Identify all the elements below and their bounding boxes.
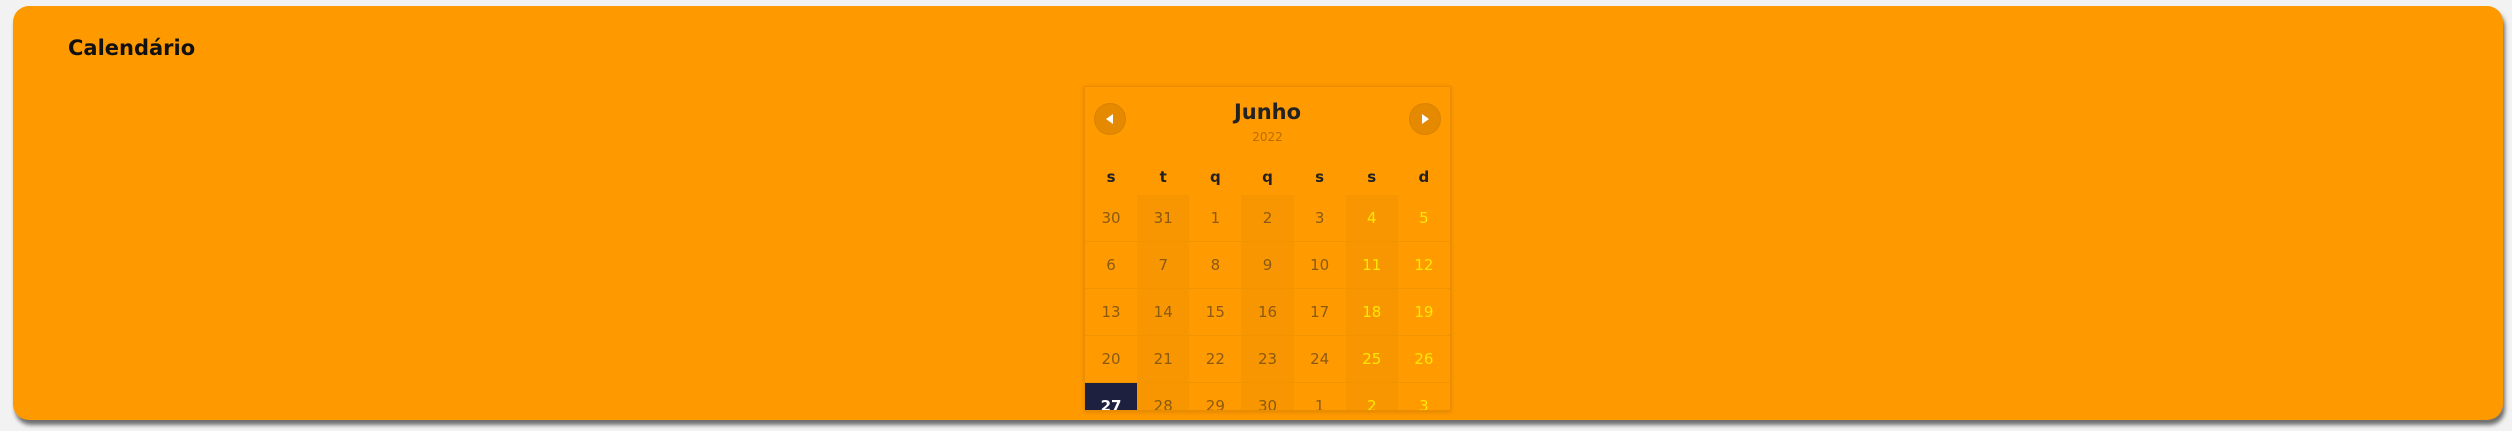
calendar-widget: Junho 2022 s t q q s s d 30 31 1 2 3 4 5 6 7 8 9 10…	[1084, 86, 1451, 411]
calendar-day[interactable]: 12	[1397, 242, 1450, 289]
calendar-day[interactable]: 7	[1137, 242, 1190, 289]
weekday-header: s	[1315, 168, 1325, 186]
calendar-day[interactable]: 19	[1397, 289, 1450, 336]
calendar-day[interactable]: 31	[1137, 195, 1190, 242]
calendar-day[interactable]: 20	[1085, 336, 1138, 383]
calendar-day[interactable]: 24	[1293, 336, 1346, 383]
calendar-day[interactable]: 14	[1137, 289, 1190, 336]
calendar-day[interactable]: 30	[1241, 383, 1294, 410]
calendar-month: Junho	[1233, 100, 1302, 124]
calendar-grid: s t q q s s d 30 31 1 2 3 4 5 6 7 8 9 10 11 12 13 14 15 1…	[1085, 159, 1450, 410]
calendar-day[interactable]: 16	[1241, 289, 1294, 336]
triangle-right-icon	[1422, 114, 1429, 124]
calendar-day[interactable]: 17	[1293, 289, 1346, 336]
calendar-day[interactable]: 21	[1137, 336, 1190, 383]
next-month-button[interactable]	[1409, 103, 1441, 135]
calendar-day[interactable]: 30	[1085, 195, 1138, 242]
calendar-day[interactable]: 1	[1189, 195, 1242, 242]
weekday-header: s	[1106, 168, 1116, 186]
calendar-day[interactable]: 1	[1294, 383, 1346, 410]
calendar-day[interactable]: 5	[1397, 195, 1450, 242]
calendar-day[interactable]: 25	[1345, 336, 1398, 383]
calendar-day[interactable]: 11	[1345, 242, 1398, 289]
calendar-day[interactable]: 6	[1085, 242, 1138, 289]
calendar-day[interactable]: 22	[1189, 336, 1242, 383]
panel-title: Calendário	[68, 36, 196, 60]
weekday-header: t	[1159, 168, 1167, 186]
calendar-day[interactable]: 2	[1241, 195, 1294, 242]
calendar-day[interactable]: 23	[1241, 336, 1294, 383]
calendar-day[interactable]: 10	[1293, 242, 1346, 289]
calendar-day-selected[interactable]: 27	[1085, 383, 1138, 410]
calendar-day[interactable]: 2	[1345, 383, 1398, 410]
calendar-day[interactable]: 13	[1085, 289, 1138, 336]
calendar-day[interactable]: 28	[1137, 383, 1190, 410]
calendar-day[interactable]: 29	[1189, 383, 1241, 410]
calendar-day[interactable]: 4	[1345, 195, 1398, 242]
calendar-day[interactable]: 18	[1345, 289, 1398, 336]
calendar-day[interactable]: 26	[1397, 336, 1450, 383]
weekday-header: q	[1262, 168, 1273, 186]
calendar-day[interactable]: 3	[1398, 383, 1450, 410]
calendar-year: 2022	[1252, 130, 1283, 144]
calendar-day[interactable]: 8	[1189, 242, 1242, 289]
calendar-panel: Calendário Junho 2022 s t q q s s d 30 31…	[13, 6, 2503, 420]
weekday-header: d	[1418, 168, 1430, 186]
weekday-header: q	[1209, 168, 1221, 186]
calendar-day[interactable]: 9	[1241, 242, 1294, 289]
calendar-day[interactable]: 3	[1293, 195, 1346, 242]
weekday-header: s	[1367, 168, 1377, 186]
calendar-day[interactable]: 15	[1189, 289, 1242, 336]
